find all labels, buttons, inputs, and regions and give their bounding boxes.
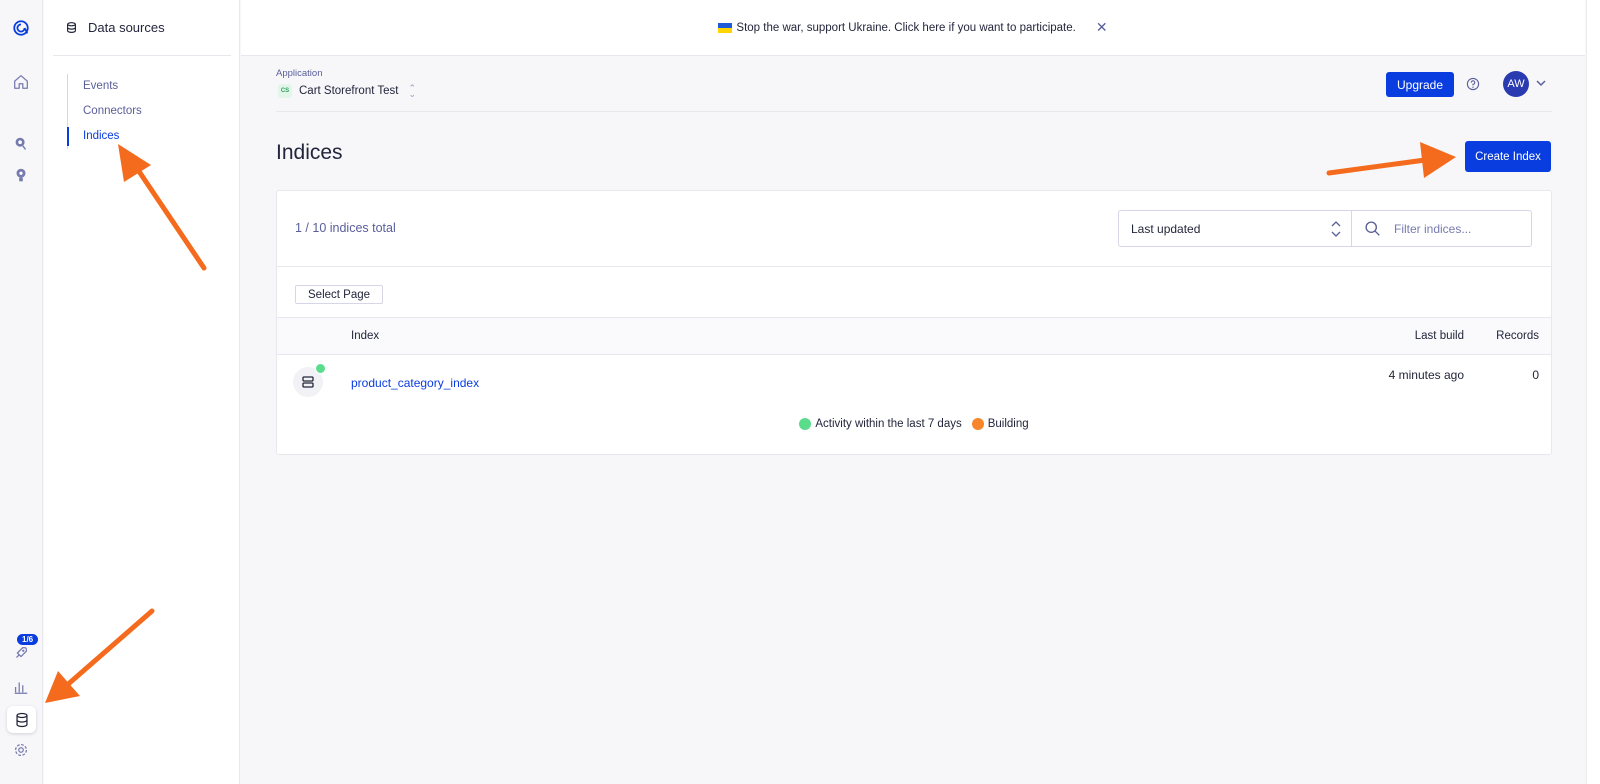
data-sources-sidebar: Data sources Events Connectors Indices <box>44 0 240 784</box>
indices-count: 1 / 10 indices total <box>295 221 396 235</box>
index-last-build: 4 minutes ago <box>1388 368 1464 382</box>
help-icon[interactable] <box>1466 77 1480 91</box>
close-icon[interactable]: ✕ <box>1096 19 1108 36</box>
chevron-down-icon[interactable] <box>1535 77 1547 89</box>
search-icon[interactable] <box>10 133 32 155</box>
server-icon <box>302 376 314 388</box>
legend-item-building: Building <box>971 418 1029 430</box>
bar-chart-icon[interactable] <box>10 676 32 698</box>
home-icon[interactable] <box>10 71 32 93</box>
status-legend: Activity within the last 7 days Building <box>277 418 1551 430</box>
annotation-arrow <box>1326 142 1456 178</box>
ukraine-flag-icon <box>718 22 733 33</box>
column-header-index[interactable]: Index <box>351 330 379 342</box>
icon-rail: 1/6 <box>0 0 43 784</box>
index-records: 0 <box>1532 368 1539 382</box>
legend-label: Building <box>987 418 1029 430</box>
filter-box[interactable] <box>1352 210 1532 247</box>
sidebar-header: Data sources <box>53 0 231 56</box>
index-name-link[interactable]: product_category_index <box>351 376 479 390</box>
chevron-up-down-icon <box>1331 221 1341 237</box>
ukraine-banner[interactable]: Stop the war, support Ukraine. Click her… <box>241 0 1585 56</box>
app-badge: CS <box>278 84 292 98</box>
algolia-logo-icon[interactable] <box>10 17 32 39</box>
sidebar-item-events[interactable]: Events <box>68 74 217 99</box>
create-index-button[interactable]: Create Index <box>1465 141 1551 172</box>
divider <box>277 266 1551 267</box>
select-page-button[interactable]: Select Page <box>295 285 384 304</box>
avatar[interactable]: AW <box>1503 71 1529 97</box>
application-selector[interactable]: CS Cart Storefront Test ⌃ ⌄ <box>278 83 417 99</box>
sidebar-item-connectors[interactable]: Connectors <box>68 99 217 124</box>
green-dot-icon <box>799 418 812 430</box>
database-icon[interactable] <box>7 706 36 733</box>
application-label: Application <box>276 68 323 79</box>
gear-icon[interactable] <box>10 739 32 761</box>
legend-item-activity: Activity within the last 7 days <box>799 418 962 430</box>
banner-text[interactable]: Stop the war, support Ukraine. Click her… <box>736 22 1075 34</box>
upgrade-button[interactable]: Upgrade <box>1386 72 1454 97</box>
chevron-up-down-icon: ⌃ ⌄ <box>408 83 417 99</box>
page-title: Indices <box>276 141 343 164</box>
sidebar-item-indices[interactable]: Indices <box>67 124 217 149</box>
indices-card: 1 / 10 indices total Last updated Select… <box>276 190 1552 455</box>
sidebar-nav: Events Connectors Indices <box>67 74 217 149</box>
sidebar-title: Data sources <box>88 20 165 35</box>
database-icon <box>67 22 76 33</box>
header-divider <box>276 111 1552 112</box>
status-dot-active <box>315 363 326 374</box>
lightbulb-icon[interactable] <box>10 164 32 186</box>
legend-label: Activity within the last 7 days <box>815 418 962 430</box>
app-name: Cart Storefront Test <box>299 85 399 97</box>
column-header-last-build[interactable]: Last build <box>1415 330 1464 342</box>
search-icon <box>1365 221 1380 236</box>
sort-select[interactable]: Last updated <box>1118 210 1352 247</box>
orange-dot-icon <box>971 418 984 430</box>
rocket-icon[interactable] <box>10 642 32 664</box>
table-header: Index Last build Records <box>277 317 1551 355</box>
column-header-records[interactable]: Records <box>1496 330 1539 342</box>
scrollbar[interactable] <box>1586 0 1600 784</box>
sort-value: Last updated <box>1131 221 1201 236</box>
filter-indices-input[interactable] <box>1394 221 1524 236</box>
